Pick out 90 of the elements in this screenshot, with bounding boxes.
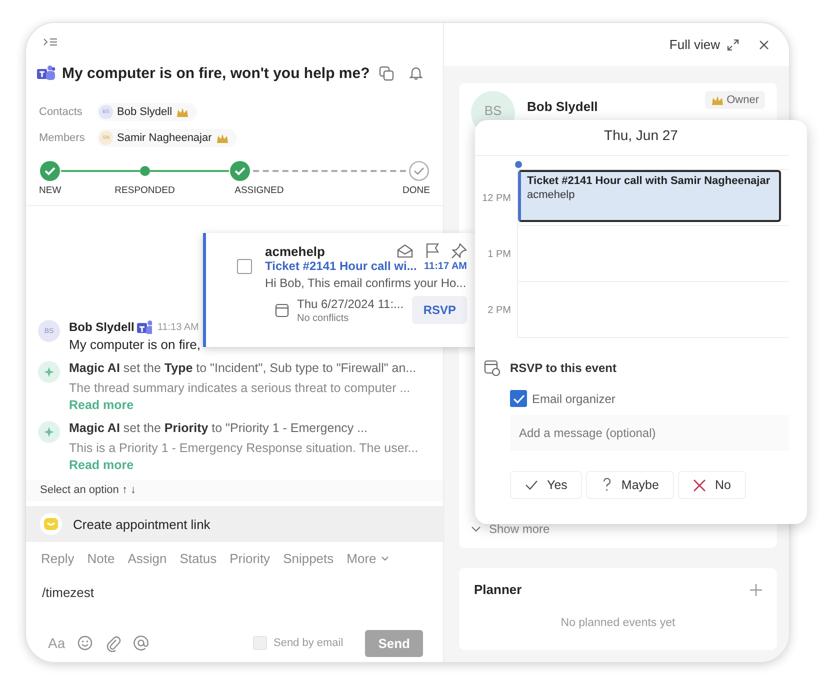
response-button[interactable]: No xyxy=(678,472,745,498)
more-menu[interactable]: More xyxy=(346,551,390,566)
author-name: Bob Slydell xyxy=(69,320,134,334)
person-name: Bob Slydell xyxy=(117,106,172,118)
sidebar-toggle-icon[interactable] xyxy=(43,37,58,47)
step-pending-icon xyxy=(409,161,429,181)
calendar-icon xyxy=(275,302,289,318)
empty-message: No planned events yet xyxy=(560,617,676,629)
calendar-date: Thu, Jun 27 xyxy=(603,126,679,145)
time-marker xyxy=(515,161,522,168)
crown-icon xyxy=(710,94,724,106)
copy-icon[interactable] xyxy=(379,66,394,80)
hour-label: 1 PM xyxy=(486,248,512,260)
add-icon[interactable] xyxy=(750,584,762,596)
role-label: Owner xyxy=(726,94,759,106)
message-field[interactable]: /timezest xyxy=(26,566,443,614)
crown-icon xyxy=(176,106,190,118)
response-button[interactable]: Maybe xyxy=(587,472,673,498)
sparkle-icon xyxy=(43,426,55,438)
hint-text: Select an option ↑ ↓ xyxy=(40,484,136,496)
composer-tab[interactable]: Note xyxy=(87,551,115,566)
emoji-icon[interactable] xyxy=(77,635,94,651)
response-button[interactable]: Yes xyxy=(511,472,582,498)
crown-icon xyxy=(216,132,229,144)
step-label: ASSIGNED xyxy=(234,185,284,196)
contact-name: Bob Slydell xyxy=(527,99,598,114)
email-card[interactable]: acmehelp Ticket #2141 Hour call wi... 11:17 AM Hi Bob, This email confirms your Ho... Thu 6/27/2024 11:... No conflicts RSVP xyxy=(203,233,475,347)
message-time: 11:13 AM xyxy=(157,322,199,332)
mention-icon[interactable] xyxy=(133,635,150,651)
envelope-icon[interactable] xyxy=(397,244,413,258)
checkbox-label: Email organizer xyxy=(532,392,616,406)
read-more-link[interactable]: Read more xyxy=(69,398,416,412)
step-label: NEW xyxy=(39,185,62,196)
expand-icon xyxy=(727,38,739,50)
step-check-icon xyxy=(40,161,60,181)
activity-text: Magic AI set the Type to "Incident", Sub type to "Firewall" an... xyxy=(69,361,416,375)
teams-icon xyxy=(137,320,152,334)
paperclip-icon[interactable] xyxy=(105,634,122,652)
email-preview: Hi Bob, This email confirms your Ho... xyxy=(265,276,467,290)
composer-tab[interactable]: Priority xyxy=(230,551,270,566)
hour-label: 12 PM xyxy=(481,192,512,204)
read-more-link[interactable]: Read more xyxy=(69,458,418,472)
activity-text: Magic AI set the Priority to "Priority 1 - Emergency ... xyxy=(69,421,369,435)
caret-icon xyxy=(381,556,390,561)
composer-tab[interactable]: Snippets xyxy=(283,551,334,566)
step-label: DONE xyxy=(402,185,430,196)
show-more-button[interactable]: Show more xyxy=(471,522,765,536)
section-title: Planner xyxy=(474,582,522,597)
pin-icon[interactable] xyxy=(451,243,467,259)
suggestion-item[interactable]: Create appointment link xyxy=(26,506,443,542)
checkbox[interactable] xyxy=(510,390,527,407)
chevron-down-icon xyxy=(471,526,481,532)
checkbox[interactable] xyxy=(237,259,252,274)
sender-name: acmehelp xyxy=(265,244,325,258)
format-button[interactable]: Aa xyxy=(48,635,66,651)
event-title: Ticket #2141 Hour call with Samir Nagheenajar xyxy=(527,175,772,187)
teams-icon xyxy=(37,65,55,81)
email-subject: Ticket #2141 Hour call wi... xyxy=(265,259,417,273)
hour-label: 2 PM xyxy=(486,304,512,316)
step-label: RESPONDED xyxy=(114,185,175,196)
ticket-title: My computer is on fire, won't you help me? xyxy=(62,64,370,82)
smiley-app-icon xyxy=(40,513,62,535)
close-icon xyxy=(692,478,706,492)
message-text: My computer is on fire, xyxy=(69,337,200,352)
check-icon xyxy=(525,479,538,491)
person-name: Samir Nagheenajar xyxy=(117,132,212,144)
calendar-reply-icon xyxy=(484,360,500,376)
close-icon[interactable] xyxy=(759,40,769,50)
message-field[interactable]: Add a message (optional) xyxy=(510,415,789,451)
step-dot-icon xyxy=(140,166,150,176)
checkbox-label: Send by email xyxy=(273,637,344,649)
composer-tab[interactable]: Assign xyxy=(128,551,167,566)
email-time: 11:17 AM xyxy=(424,260,467,272)
flag-icon[interactable] xyxy=(425,243,439,259)
step-check-icon xyxy=(230,161,250,181)
bell-icon[interactable] xyxy=(409,65,423,81)
event-organizer: acmehelp xyxy=(527,189,576,201)
rsvp-button[interactable]: RSVP xyxy=(412,296,467,324)
composer-tab[interactable]: Status xyxy=(180,551,217,566)
event-date: Thu 6/27/2024 11:... xyxy=(297,296,404,310)
full-view-button[interactable]: Full view xyxy=(669,37,739,52)
field-label: Contacts xyxy=(39,106,84,118)
composer-tab[interactable]: Reply xyxy=(41,551,74,566)
conflict-status: No conflicts xyxy=(297,312,350,324)
summary-text: The thread summary indicates a serious threat to computer ... xyxy=(69,381,412,395)
field-label: Members xyxy=(39,132,86,144)
question-icon xyxy=(601,478,612,492)
summary-text: This is a Priority 1 - Emergency Response situation. The user... xyxy=(69,441,418,455)
sparkle-icon xyxy=(43,366,55,378)
section-title: RSVP to this event xyxy=(510,361,616,375)
